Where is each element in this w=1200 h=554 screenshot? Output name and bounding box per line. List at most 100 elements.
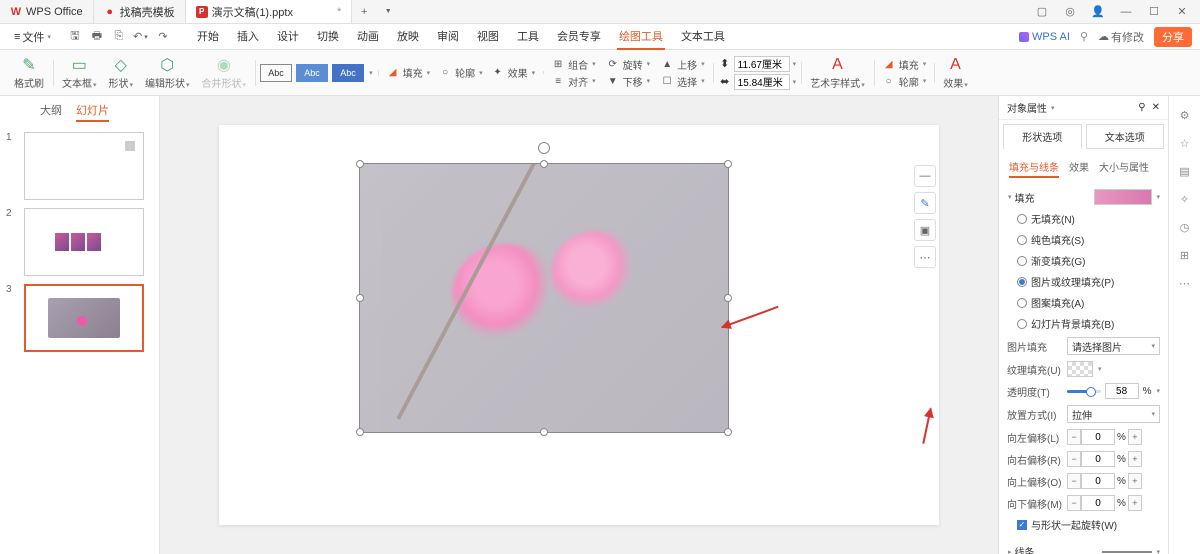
menu-transition[interactable]: 切换	[315, 24, 341, 50]
share-button[interactable]: 分享	[1154, 27, 1192, 47]
shape-options-tab[interactable]: 形状选项	[1003, 124, 1082, 149]
menu-slideshow[interactable]: 放映	[395, 24, 421, 50]
menu-view[interactable]: 视图	[475, 24, 501, 50]
resize-handle-bm[interactable]	[540, 428, 548, 436]
minimize-button[interactable]: —	[1116, 2, 1136, 22]
float-minus-button[interactable]: —	[914, 165, 936, 187]
inc-button[interactable]: +	[1128, 429, 1142, 445]
height-input[interactable]	[734, 56, 790, 72]
rail-grid-icon[interactable]: ⊞	[1176, 246, 1194, 264]
radio-gradient-fill[interactable]	[1017, 256, 1027, 266]
opacity-slider[interactable]	[1067, 390, 1101, 393]
slides-tab[interactable]: 幻灯片	[76, 102, 109, 122]
radio-solid-fill[interactable]	[1017, 235, 1027, 245]
select-button[interactable]: ☐选择▾	[657, 74, 708, 89]
style-more-button[interactable]: ▾	[369, 69, 373, 77]
tile-select[interactable]: 拉伸▾	[1067, 405, 1160, 423]
rail-settings-icon[interactable]: ⚙	[1176, 106, 1194, 124]
selected-shape[interactable]	[359, 163, 729, 433]
menu-tools[interactable]: 工具	[515, 24, 541, 50]
width-input[interactable]	[734, 74, 790, 90]
opacity-input[interactable]	[1105, 383, 1139, 399]
menu-member[interactable]: 会员专享	[555, 24, 603, 50]
tab-template[interactable]: ● 找稿壳模板	[94, 0, 186, 23]
file-menu[interactable]: ≡ 文件 ▾	[8, 27, 57, 47]
dec-button[interactable]: −	[1067, 473, 1081, 489]
pin-icon[interactable]: ⚲	[1138, 102, 1145, 113]
resize-handle-tr[interactable]	[724, 160, 732, 168]
tab-menu-button[interactable]: ▼	[376, 8, 400, 15]
menu-animation[interactable]: 动画	[355, 24, 381, 50]
resize-handle-mr[interactable]	[724, 294, 732, 302]
textbox-button[interactable]: ▭文本框▾	[58, 54, 101, 92]
inc-button[interactable]: +	[1128, 495, 1142, 511]
outline-tab[interactable]: 大纲	[40, 102, 62, 122]
text-fill-button[interactable]: ◢填充▾	[879, 57, 930, 72]
group-button[interactable]: ⊞组合▾	[548, 57, 599, 72]
line-section-header[interactable]: ▸线条▾	[1007, 541, 1160, 554]
tab-presentation[interactable]: P 演示文稿(1).pptx *	[186, 0, 353, 23]
slide-canvas[interactable]: — ✎ ▣ ⋯	[219, 125, 939, 525]
maximize-button[interactable]: ☐	[1144, 2, 1164, 22]
text-effect-button[interactable]: A效果▾	[939, 54, 972, 92]
box1-icon[interactable]: ▢	[1032, 2, 1052, 22]
float-crop-button[interactable]: ▣	[914, 219, 936, 241]
effect-button[interactable]: ✦效果▾	[488, 65, 539, 80]
texture-swatch[interactable]	[1067, 361, 1093, 377]
menu-drawing-tools[interactable]: 绘图工具	[617, 24, 665, 50]
edit-shape-button[interactable]: ⬡编辑形状▾	[141, 54, 194, 92]
dec-button[interactable]: −	[1067, 495, 1081, 511]
close-button[interactable]: ✕	[1172, 2, 1192, 22]
offset-input[interactable]	[1081, 451, 1115, 467]
radio-no-fill[interactable]	[1017, 214, 1027, 224]
radio-slide-bg-fill[interactable]	[1017, 319, 1027, 329]
effects-subtab[interactable]: 效果	[1069, 159, 1089, 178]
rotate-handle[interactable]	[538, 142, 550, 154]
redo-icon[interactable]: ↷	[155, 29, 171, 45]
slide-thumb-3[interactable]	[24, 284, 144, 352]
radio-pattern-fill[interactable]	[1017, 298, 1027, 308]
avatar-icon[interactable]: 👤	[1088, 2, 1108, 22]
move-down-button[interactable]: ▼下移▾	[603, 74, 654, 89]
float-more-button[interactable]: ⋯	[914, 246, 936, 268]
shape-button[interactable]: ◇形状▾	[105, 54, 138, 92]
print-icon[interactable]: 🖶	[89, 29, 105, 45]
fill-button[interactable]: ◢填充▾	[383, 65, 434, 80]
offset-input[interactable]	[1081, 429, 1115, 445]
radio-picture-fill[interactable]	[1017, 277, 1027, 287]
fill-section-header[interactable]: ▾填充▾	[1007, 186, 1160, 208]
dec-button[interactable]: −	[1067, 451, 1081, 467]
rail-fx-icon[interactable]: ✧	[1176, 190, 1194, 208]
style-preset-3[interactable]: Abc	[332, 64, 364, 82]
menu-start[interactable]: 开始	[195, 24, 221, 50]
text-options-tab[interactable]: 文本选项	[1086, 124, 1165, 149]
box2-icon[interactable]: ◎	[1060, 2, 1080, 22]
menu-review[interactable]: 审阅	[435, 24, 461, 50]
save-icon[interactable]: 🖫	[67, 29, 83, 45]
resize-handle-ml[interactable]	[356, 294, 364, 302]
inc-button[interactable]: +	[1128, 451, 1142, 467]
move-up-button[interactable]: ▲上移▾	[657, 57, 708, 72]
float-edit-button[interactable]: ✎	[914, 192, 936, 214]
resize-handle-tl[interactable]	[356, 160, 364, 168]
offset-input[interactable]	[1081, 495, 1115, 511]
rail-more-icon[interactable]: ⋯	[1176, 274, 1194, 292]
outline-button[interactable]: ○轮廓▾	[435, 65, 486, 80]
resize-handle-bl[interactable]	[356, 428, 364, 436]
menu-insert[interactable]: 插入	[235, 24, 261, 50]
resize-handle-br[interactable]	[724, 428, 732, 436]
offset-input[interactable]	[1081, 473, 1115, 489]
rotate-button[interactable]: ⟳旋转▾	[603, 57, 654, 72]
menu-design[interactable]: 设计	[275, 24, 301, 50]
dec-button[interactable]: −	[1067, 429, 1081, 445]
pic-select[interactable]: 请选择图片▾	[1067, 337, 1160, 355]
close-panel-icon[interactable]: ✕	[1152, 102, 1160, 113]
merge-shape-button[interactable]: ◉合并形状▾	[198, 54, 251, 92]
search-icon[interactable]: ⚲	[1080, 30, 1088, 43]
slide-thumb-1[interactable]	[24, 132, 144, 200]
text-outline-button[interactable]: ○轮廓▾	[879, 74, 930, 89]
format-brush-button[interactable]: ✎格式刷	[10, 54, 48, 92]
rotate-with-checkbox[interactable]: ✓	[1017, 520, 1027, 530]
rail-star-icon[interactable]: ☆	[1176, 134, 1194, 152]
style-preset-1[interactable]: Abc	[260, 64, 292, 82]
